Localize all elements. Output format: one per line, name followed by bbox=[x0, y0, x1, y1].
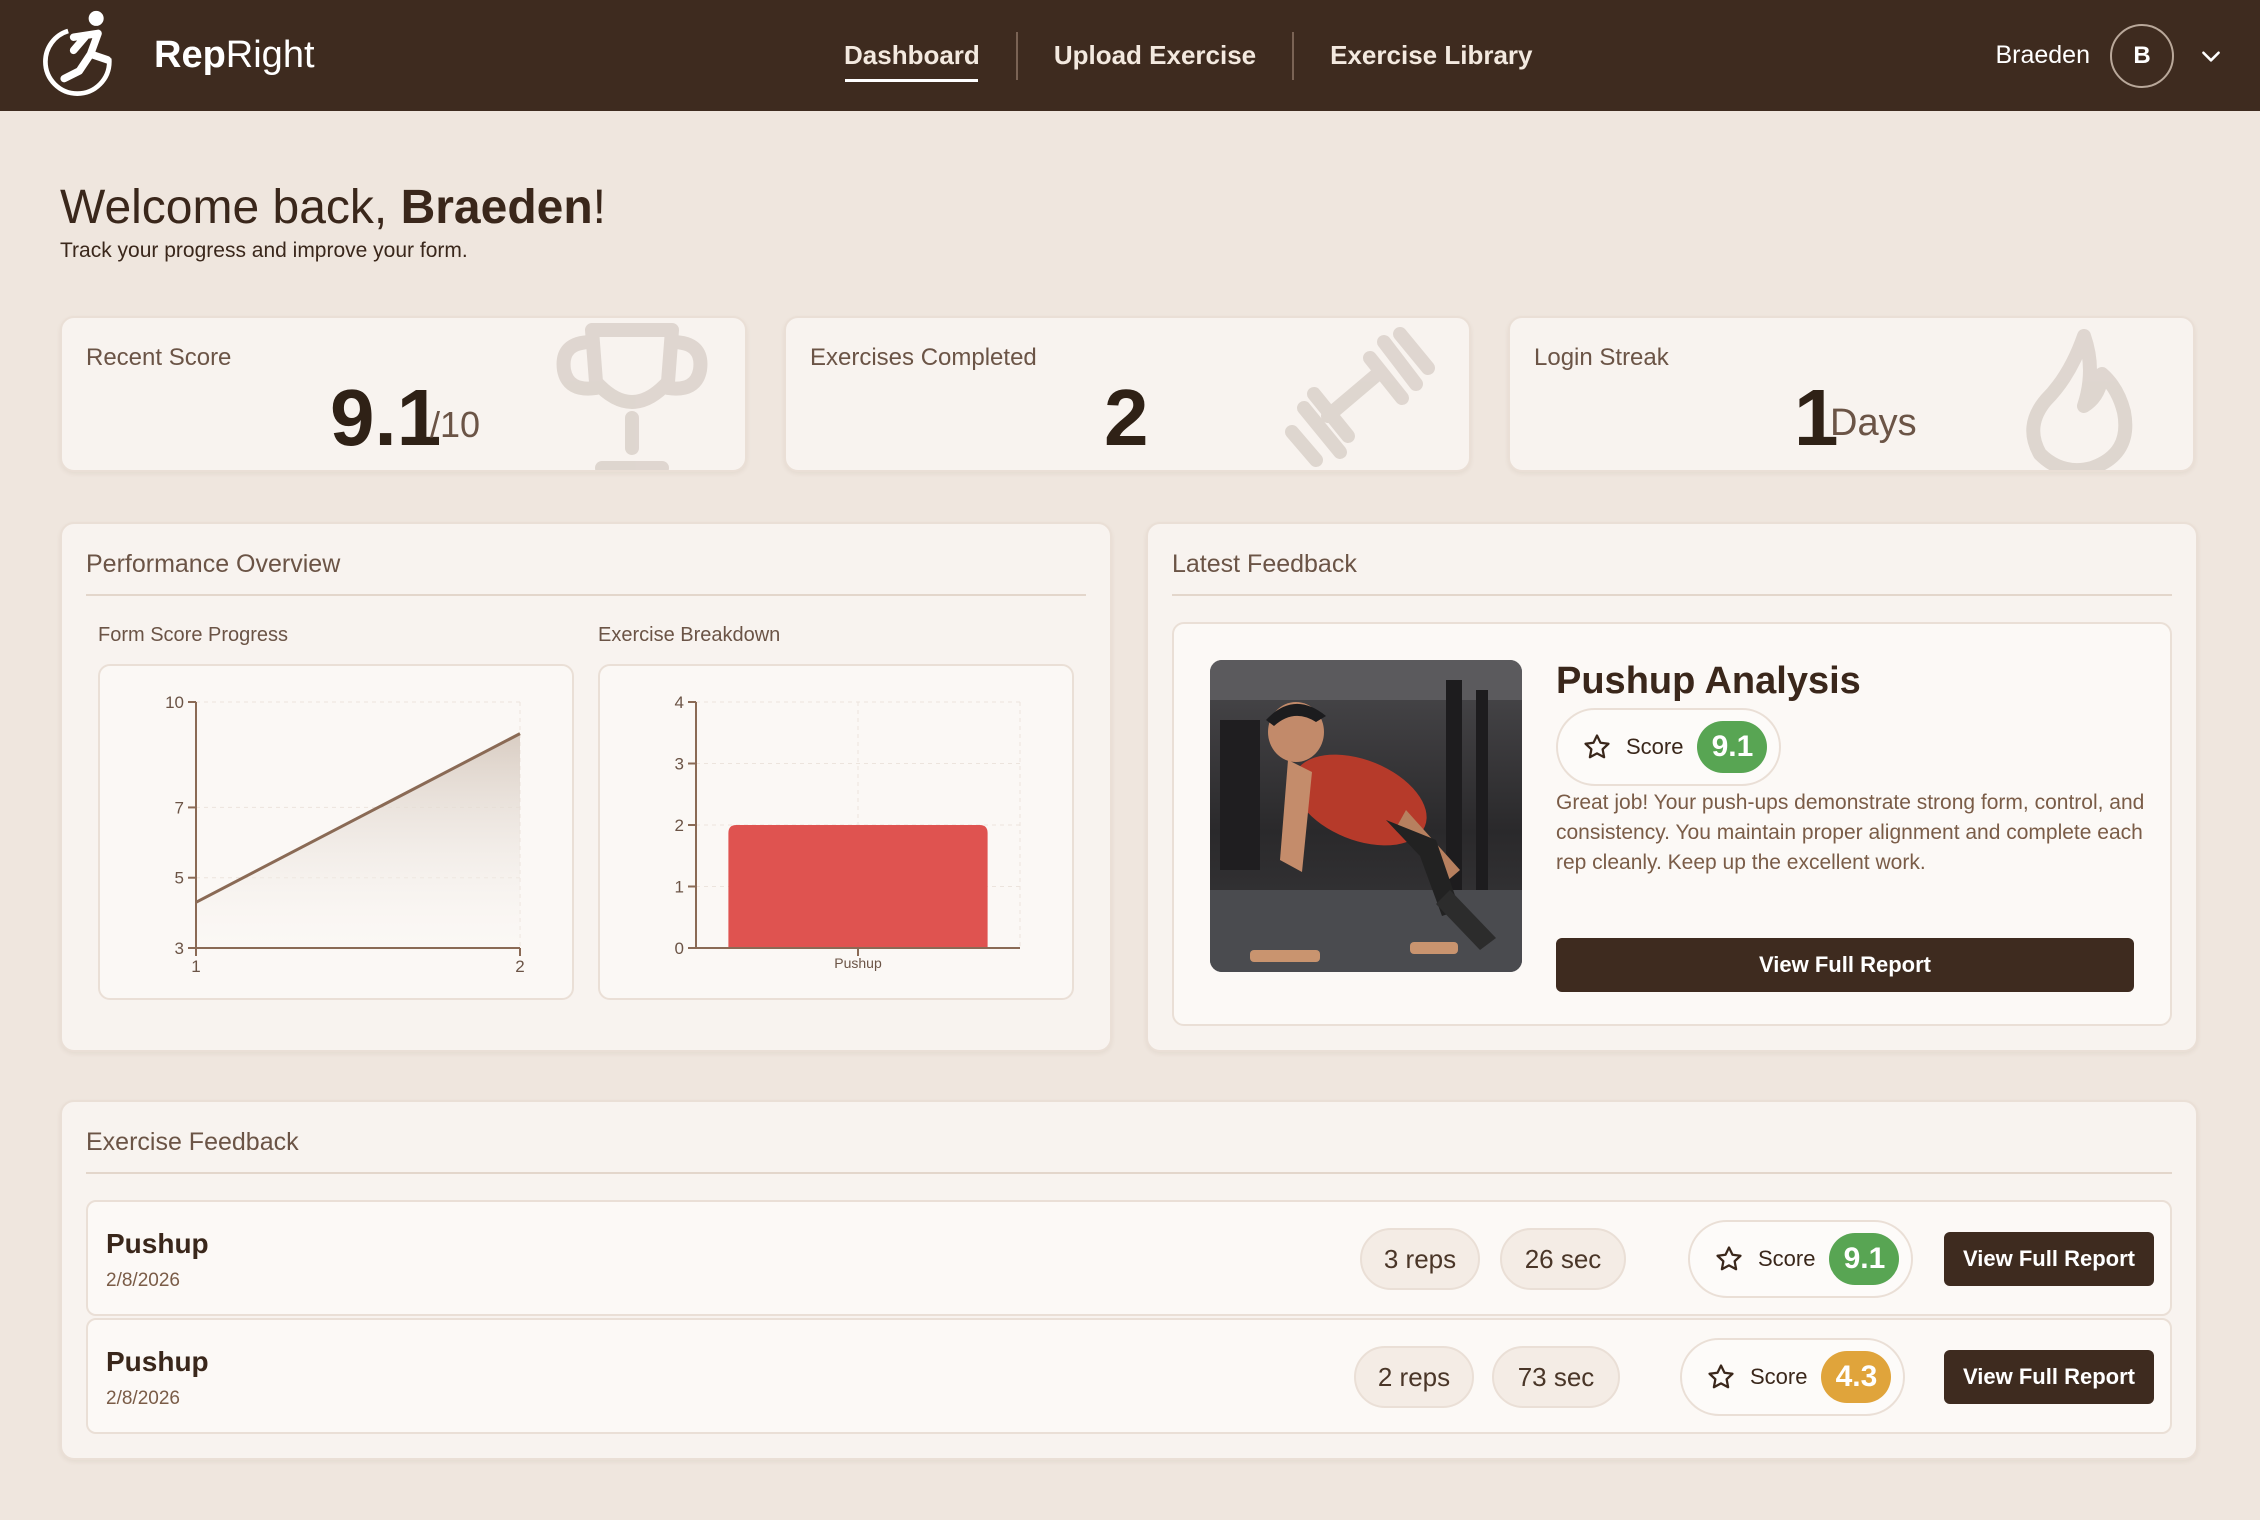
score-badge: 9.1 bbox=[1697, 721, 1768, 773]
latest-feedback-card: Latest Feedback Pushup Analysis Score 9.… bbox=[1146, 522, 2198, 1052]
login-streak-unit: Days bbox=[1830, 402, 1917, 444]
star-icon bbox=[1708, 1364, 1734, 1389]
y-tick-label: 5 bbox=[175, 869, 184, 888]
exercise-feedback-row[interactable]: Pushup 2/8/2026 2 reps 73 sec Score 4.3 … bbox=[86, 1318, 2172, 1434]
reps-chip: 2 reps bbox=[1354, 1346, 1474, 1408]
chart-title: Form Score Progress bbox=[98, 624, 289, 646]
area-fill bbox=[196, 733, 520, 948]
flame-icon bbox=[2026, 329, 2133, 470]
welcome-section: Welcome back, Braeden! Track your progre… bbox=[60, 180, 606, 263]
divider bbox=[86, 594, 1086, 596]
performance-overview-card: Performance Overview Form Score Progress… bbox=[60, 522, 1112, 1052]
user-name: Braeden bbox=[1995, 41, 2090, 69]
exercise-date: 2/8/2026 bbox=[106, 1388, 180, 1409]
main-nav: Dashboard Upload Exercise Exercise Libra… bbox=[808, 0, 1568, 111]
y-tick-label: 10 bbox=[165, 693, 184, 712]
exercise-feedback-card: Exercise Feedback Pushup 2/8/2026 3 reps… bbox=[60, 1100, 2198, 1460]
section-title: Performance Overview bbox=[86, 550, 341, 578]
view-full-report-button[interactable]: View Full Report bbox=[1944, 1232, 2154, 1286]
recent-score-card: Recent Score 9.1 /10 bbox=[60, 316, 747, 472]
nav-exercise-library[interactable]: Exercise Library bbox=[1294, 32, 1568, 80]
pushup-photo-illustration bbox=[1210, 660, 1522, 972]
score-pill: Score 9.1 bbox=[1556, 708, 1782, 786]
chevron-down-icon[interactable] bbox=[2198, 43, 2224, 69]
runner-logo-icon bbox=[43, 10, 112, 96]
stat-label: Exercises Completed bbox=[810, 344, 1037, 371]
avatar[interactable]: B bbox=[2110, 23, 2174, 88]
exercise-photo[interactable] bbox=[1210, 660, 1522, 972]
nav-upload-exercise[interactable]: Upload Exercise bbox=[1018, 32, 1292, 80]
x-tick-label: 1 bbox=[191, 957, 200, 976]
page-title: Welcome back, Braeden! bbox=[60, 181, 606, 234]
chart-title: Exercise Breakdown bbox=[598, 624, 781, 646]
y-tick-label: 7 bbox=[175, 798, 184, 817]
dumbbell-icon bbox=[1285, 327, 1435, 467]
nav-dashboard[interactable]: Dashboard bbox=[808, 32, 1016, 82]
view-full-report-button[interactable]: View Full Report bbox=[1556, 938, 2134, 992]
stat-label: Recent Score bbox=[86, 344, 232, 371]
exercise-date: 2/8/2026 bbox=[106, 1270, 180, 1291]
exercises-completed-card: Exercises Completed 2 bbox=[784, 316, 1471, 472]
duration-chip: 73 sec bbox=[1492, 1346, 1620, 1408]
score-label: Score bbox=[1758, 1246, 1816, 1271]
login-streak-card: Login Streak 1 Days bbox=[1508, 316, 2195, 472]
top-navbar: RepRight Dashboard Upload Exercise Exerc… bbox=[0, 0, 2260, 111]
y-tick-label: 3 bbox=[675, 755, 684, 774]
y-tick-label: 2 bbox=[675, 816, 684, 835]
brand[interactable]: RepRight bbox=[36, 0, 315, 111]
star-icon bbox=[1716, 1246, 1742, 1271]
score-pill: Score 9.1 bbox=[1688, 1220, 1914, 1298]
feedback-text: Great job! Your push-ups demonstrate str… bbox=[1556, 791, 2145, 874]
exercise-breakdown-bar-chart: Pushup 0 1 2 3 4 bbox=[675, 693, 1021, 971]
user-menu[interactable]: Braeden B bbox=[1995, 0, 2224, 111]
recent-score-unit: /10 bbox=[430, 404, 481, 445]
score-badge: 9.1 bbox=[1829, 1233, 1900, 1285]
form-score-chart: 3 5 7 10 1 2 bbox=[98, 664, 574, 1000]
score-label: Score bbox=[1626, 734, 1684, 759]
recent-score-value: 9.1 bbox=[330, 373, 442, 462]
y-tick-label: 3 bbox=[175, 939, 184, 958]
score-badge: 4.3 bbox=[1821, 1351, 1892, 1403]
trophy-icon bbox=[556, 323, 708, 470]
exercise-name: Pushup bbox=[106, 1228, 209, 1259]
y-tick-label: 4 bbox=[675, 693, 684, 712]
exercise-feedback-row[interactable]: Pushup 2/8/2026 3 reps 26 sec Score 9.1 … bbox=[86, 1200, 2172, 1316]
duration-chip: 26 sec bbox=[1500, 1228, 1626, 1290]
star-icon bbox=[1584, 734, 1610, 759]
latest-feedback-panel: Pushup Analysis Score 9.1 Great job! You… bbox=[1172, 622, 2172, 1026]
exercises-completed-value: 2 bbox=[1104, 373, 1149, 462]
exercise-breakdown-chart: Pushup 0 1 2 3 4 bbox=[598, 664, 1074, 1000]
form-score-line-chart: 3 5 7 10 1 2 bbox=[165, 693, 525, 976]
feedback-exercise-title: Pushup Analysis bbox=[1556, 660, 1861, 702]
section-title: Latest Feedback bbox=[1172, 550, 1357, 578]
score-pill: Score 4.3 bbox=[1680, 1338, 1906, 1416]
divider bbox=[86, 1172, 2172, 1174]
exercise-name: Pushup bbox=[106, 1346, 209, 1377]
stat-label: Login Streak bbox=[1534, 344, 1669, 371]
divider bbox=[1172, 594, 2172, 596]
x-tick-label: Pushup bbox=[834, 955, 882, 971]
section-title: Exercise Feedback bbox=[86, 1128, 299, 1156]
score-label: Score bbox=[1750, 1364, 1808, 1389]
reps-chip: 3 reps bbox=[1360, 1228, 1480, 1290]
brand-name: RepRight bbox=[154, 34, 315, 76]
y-tick-label: 1 bbox=[675, 878, 684, 897]
view-full-report-button[interactable]: View Full Report bbox=[1944, 1350, 2154, 1404]
y-tick-label: 0 bbox=[675, 939, 684, 958]
x-tick-label: 2 bbox=[515, 957, 524, 976]
page-subtitle: Track your progress and improve your for… bbox=[60, 239, 468, 262]
bar bbox=[728, 825, 988, 948]
